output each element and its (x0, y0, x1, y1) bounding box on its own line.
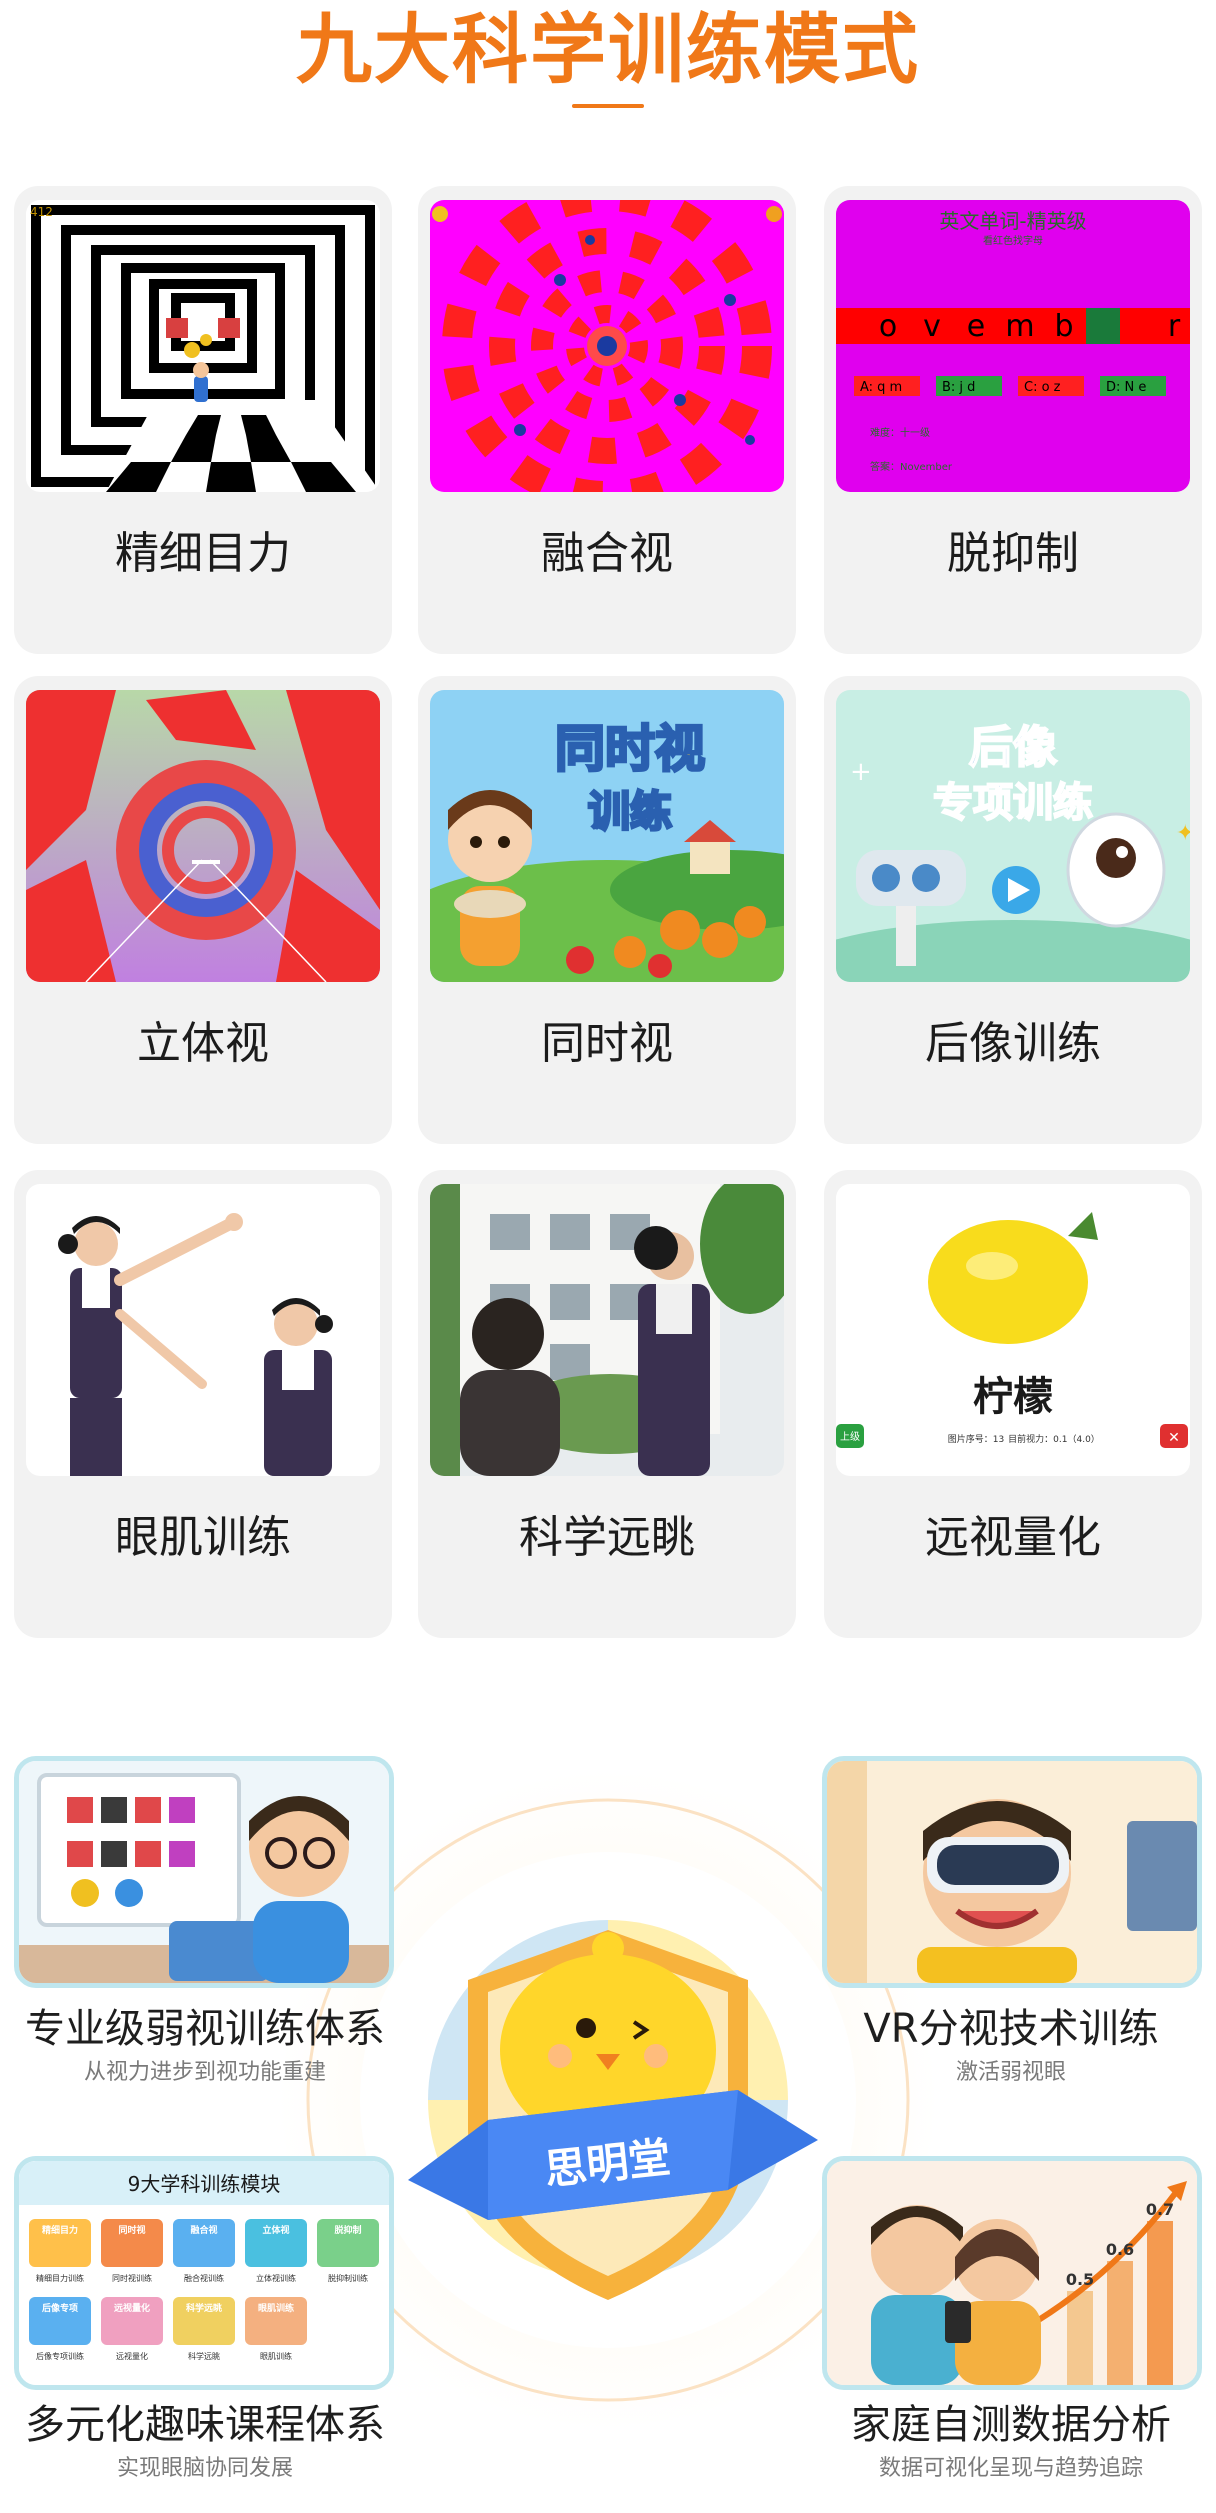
mode-label: 远视量化 (925, 1512, 1101, 1563)
mode-card-afterimage[interactable]: 后像 专项训练 ✦ + 后像训练 (824, 676, 1202, 1144)
hyperopia-quant-thumbnail: 柠檬 图片序号：13 目前视力：0.1（4.0） 上级 ✕ (836, 1184, 1190, 1476)
suppress-letter: o (879, 309, 897, 344)
chart-value: 0.7 (1146, 2200, 1174, 2219)
fine-vision-hud: 412 (30, 205, 53, 219)
suppress-option: D: N e (1106, 380, 1146, 395)
feature-subtitle: 激活弱视眼 (955, 2060, 1066, 2085)
module-item: 脱抑制训练 (328, 2273, 368, 2283)
module-tile-title: 远视量化 (114, 2302, 150, 2314)
mode-label: 脱抑制 (947, 528, 1079, 579)
distance-gaze-thumbnail (430, 1184, 784, 1476)
mode-card-distance-gaze[interactable]: 科学远眺 (418, 1170, 796, 1638)
simul-title-1: 同时视 (555, 720, 705, 778)
module-tile-title: 同时视 (118, 2224, 145, 2236)
section-title: 九大科学训练模式 (296, 5, 920, 94)
mode-card-fine-vision[interactable]: 412 精细目力 (14, 186, 392, 654)
mode-label: 立体视 (137, 1018, 269, 1069)
suppress-letter: v (923, 309, 941, 344)
module-tile-title: 融合视 (190, 2224, 217, 2236)
mode-label: 精细目力 (115, 528, 291, 579)
module-item: 科学远眺 (188, 2351, 220, 2361)
mode-card-eye-muscle[interactable]: 眼肌训练 (14, 1170, 392, 1638)
feature-image-training-system (14, 1756, 394, 1988)
feature-image-data-analysis: 0.5 0.6 0.7 (822, 2156, 1202, 2390)
suppress-letter: r (1168, 309, 1181, 344)
svg-text:+: + (850, 757, 872, 787)
suppress-letter: e (967, 309, 985, 344)
mode-card-stereo[interactable]: 立体视 (14, 676, 392, 1144)
lemon-word: 柠檬 (973, 1374, 1053, 1420)
module-tile-title: 眼肌训练 (258, 2302, 294, 2314)
mode-card-anti-suppression[interactable]: 英文单词-精英级 看红色找字母 o v e m b r A: q m B: j … (824, 186, 1202, 654)
afterimage-thumbnail: 后像 专项训练 ✦ + (836, 690, 1190, 982)
after-title-2: 专项训练 (933, 780, 1093, 826)
module-item: 同时视训练 (112, 2273, 152, 2283)
feature-image-course-system: 9大学科训练模块 精细目力 同时视 融合视 立体视 脱抑制 后像专项 远视量化 … (14, 2156, 394, 2390)
mode-label: 同时视 (541, 1018, 673, 1069)
suppress-option: A: q m (860, 380, 902, 395)
title-underline (572, 104, 644, 108)
module-tile-title: 后像专项 (42, 2302, 78, 2314)
lemon-info-2: 目前视力：0.1（4.0） (1008, 1433, 1100, 1445)
simultaneous-thumbnail: 同时视 训练 (430, 690, 784, 982)
svg-text:✦: ✦ (1176, 821, 1190, 846)
fusion-thumbnail (430, 200, 784, 492)
module-tile-title: 立体视 (262, 2224, 289, 2236)
feature-title: 家庭自测数据分析 (851, 2402, 1171, 2448)
module-item: 精细目力训练 (36, 2273, 84, 2283)
feature-image-vr-training (822, 1756, 1202, 1988)
lemon-close: ✕ (1168, 1430, 1180, 1446)
feature-subtitle: 从视力进步到视功能重建 (83, 2060, 326, 2085)
module-item: 立体视训练 (256, 2273, 296, 2283)
feature-title: 多元化趣味课程体系 (25, 2402, 385, 2448)
mode-card-fusion[interactable]: 融合视 (418, 186, 796, 654)
suppress-answer: 答案：November (870, 460, 953, 473)
suppress-title: 英文单词-精英级 (939, 209, 1086, 233)
feature-subtitle: 数据可视化呈现与趋势追踪 (878, 2456, 1143, 2481)
suppress-option: C: o z (1024, 380, 1061, 395)
module-tile-title: 科学远眺 (186, 2302, 222, 2314)
suppress-letter: b (1054, 309, 1073, 344)
module-item: 眼肌训练 (260, 2351, 292, 2361)
feature-subtitle: 实现眼脑协同发展 (116, 2456, 293, 2481)
chart-value: 0.5 (1066, 2270, 1094, 2289)
modules-panel-title: 9大学科训练模块 (128, 2172, 281, 2196)
suppress-subtitle: 看红色找字母 (983, 234, 1043, 247)
module-tile-title: 精细目力 (42, 2224, 78, 2236)
feature-title: 专业级弱视训练体系 (25, 2006, 385, 2052)
module-tile-title: 脱抑制 (334, 2224, 361, 2236)
module-item: 远视量化 (116, 2351, 148, 2361)
feature-title: VR分视技术训练 (863, 2006, 1159, 2052)
fine-vision-thumbnail: 412 (26, 200, 380, 492)
suppress-option: B: j d (942, 380, 975, 395)
mode-label: 科学远眺 (519, 1512, 695, 1563)
mode-label: 融合视 (541, 528, 673, 579)
lemon-left-button: 上级 (840, 1431, 860, 1443)
lemon-info-1: 图片序号：13 (948, 1433, 1004, 1445)
section-header: 九大科学训练模式 (0, 0, 1216, 130)
mode-label: 后像训练 (925, 1018, 1101, 1069)
module-item: 后像专项训练 (36, 2351, 84, 2361)
stereo-thumbnail (26, 690, 380, 982)
mode-card-hyperopia-quant[interactable]: 柠檬 图片序号：13 目前视力：0.1（4.0） 上级 ✕ 远视量化 (824, 1170, 1202, 1638)
suppress-level: 难度：十一级 (870, 426, 930, 439)
suppress-letter: m (1005, 309, 1034, 344)
chart-value: 0.6 (1106, 2240, 1134, 2259)
mode-card-simultaneous[interactable]: 同时视 训练 同时视 (418, 676, 796, 1144)
module-item: 融合视训练 (184, 2273, 224, 2283)
eye-muscle-thumbnail (26, 1184, 380, 1476)
simul-title-2: 训练 (588, 787, 672, 836)
mode-label: 眼肌训练 (115, 1512, 291, 1563)
anti-suppression-thumbnail: 英文单词-精英级 看红色找字母 o v e m b r A: q m B: j … (836, 200, 1190, 492)
after-title-1: 后像 (969, 722, 1057, 773)
